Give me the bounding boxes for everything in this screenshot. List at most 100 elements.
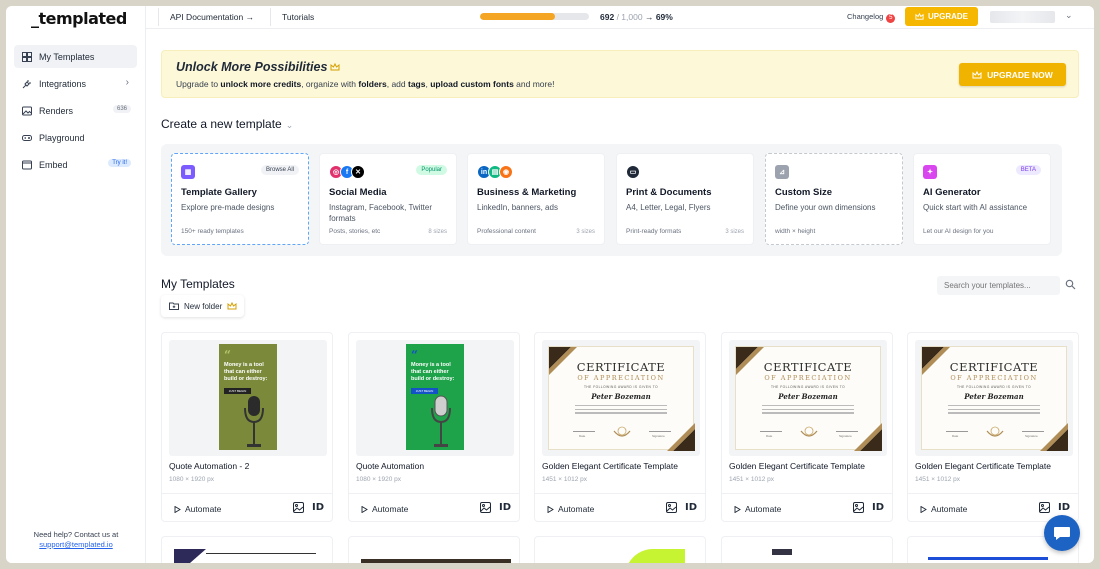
card-icons: ✦ <box>923 165 937 179</box>
template-card[interactable]: CERTIFICATE OF APPRECIATION THE FOLLOWIN… <box>534 332 706 522</box>
user-avatar[interactable] <box>990 11 1055 23</box>
changelog-link[interactable]: Changelog 5 <box>847 12 896 23</box>
support-email-link[interactable]: support@templated.io <box>39 540 113 549</box>
sidebar-item-label: Playground <box>39 132 85 143</box>
embed-icon <box>22 160 32 170</box>
upgrade-label: UPGRADE <box>927 12 968 21</box>
template-card[interactable] <box>721 536 893 563</box>
upgrade-now-button[interactable]: UPGRADE NOW <box>959 63 1066 86</box>
template-thumbnail[interactable]: “ Money is a tool that can either build … <box>356 340 514 456</box>
browse-all-tag[interactable]: Browse All <box>260 165 299 175</box>
automate-button[interactable]: Automate <box>174 504 221 514</box>
tutorials-link[interactable]: Tutorials <box>282 12 314 22</box>
template-thumbnail[interactable]: CERTIFICATE OF APPRECIATION THE FOLLOWIN… <box>729 340 887 456</box>
template-thumbnail[interactable]: CERTIFICATE OF APPRECIATION THE FOLLOWIN… <box>542 340 700 456</box>
template-card[interactable]: “ Money is a tool that can either build … <box>348 332 520 522</box>
credits-readout: 692 / 1,000 → 69% <box>600 12 673 22</box>
image-icon[interactable] <box>666 502 677 513</box>
card-icons: in ▤ ◉ <box>477 165 513 179</box>
card-title: Business & Marketing <box>477 187 577 198</box>
image-icon[interactable] <box>480 502 491 513</box>
sidebar-item-my-templates[interactable]: My Templates <box>14 45 137 68</box>
chevron-right-icon: › <box>125 77 129 88</box>
image-icon[interactable] <box>293 502 304 513</box>
card-desc: Quick start with AI assistance <box>923 203 1028 212</box>
chat-support-button[interactable] <box>1044 515 1080 551</box>
card-foot: Professional content <box>477 228 536 235</box>
quote-mark-icon: “ <box>411 348 418 362</box>
crown-icon <box>330 62 340 71</box>
new-folder-button[interactable]: New folder <box>161 295 244 317</box>
template-card[interactable] <box>161 536 333 563</box>
changelog-count-badge: 5 <box>886 14 896 23</box>
certificate-subtitle: OF APPRECIATION <box>950 374 1038 382</box>
date-line <box>946 431 968 432</box>
image-icon[interactable] <box>1039 502 1050 513</box>
sidebar-item-playground[interactable]: Playground <box>14 126 137 149</box>
play-icon <box>547 505 554 513</box>
quote-text: Money is a tool that can either build or… <box>224 362 268 382</box>
upgrade-button[interactable]: UPGRADE <box>905 7 978 26</box>
search-icon[interactable] <box>1065 279 1076 290</box>
card-desc: A4, Letter, Legal, Flyers <box>626 203 711 212</box>
signature-line <box>649 431 671 432</box>
template-thumbnail[interactable]: CERTIFICATE OF APPRECIATION THE FOLLOWIN… <box>915 340 1073 456</box>
card-foot: Posts, stories, etc <box>329 228 381 235</box>
upgrade-now-label: UPGRADE NOW <box>987 69 1053 80</box>
print-documents-card[interactable]: ▭ Print & Documents A4, Letter, Legal, F… <box>616 153 754 245</box>
signature-line <box>836 431 858 432</box>
social-media-card[interactable]: ◎ f ✕ Popular Social Media Instagram, Fa… <box>319 153 457 245</box>
automate-button[interactable]: Automate <box>547 504 594 514</box>
certificate-given-text: THE FOLLOWING AWARD IS GIVEN TO <box>583 385 659 389</box>
card-icons: ▭ <box>626 165 640 179</box>
template-thumbnail[interactable]: “ Money is a tool that can either build … <box>169 340 327 456</box>
sidebar-item-label: Embed <box>39 159 68 170</box>
certificate-preview: CERTIFICATE OF APPRECIATION THE FOLLOWIN… <box>548 346 695 451</box>
quote-poster: “ Money is a tool that can either build … <box>219 344 277 450</box>
chevron-down-icon[interactable]: ⌄ <box>1065 10 1073 21</box>
play-icon <box>734 505 741 513</box>
certificate-subtitle: OF APPRECIATION <box>577 374 665 382</box>
gallery-icon: ▦ <box>181 165 195 179</box>
automate-label: Automate <box>372 504 409 514</box>
automate-button[interactable]: Automate <box>920 504 967 514</box>
crown-icon <box>915 12 924 20</box>
template-gallery-card[interactable]: ▦ Browse All Template Gallery Explore pr… <box>171 153 309 245</box>
template-id-button[interactable]: ID <box>1058 502 1070 513</box>
image-icon[interactable] <box>853 502 864 513</box>
template-card[interactable]: CERTIFICATE OF APPRECIATION THE FOLLOWIN… <box>721 332 893 522</box>
automate-label: Automate <box>185 504 222 514</box>
card-desc: Instagram, Facebook, Twitter formats <box>329 203 433 223</box>
card-foot: Print-ready formats <box>626 228 682 235</box>
app-window: _templated My Templates Integrations › R… <box>6 6 1094 563</box>
api-docs-link[interactable]: API Documentation → <box>170 12 254 22</box>
template-card[interactable]: “ Money is a tool that can either build … <box>161 332 333 522</box>
banner-text-bold: unlock more credits <box>220 79 302 89</box>
template-card[interactable] <box>348 536 520 563</box>
sidebar-item-renders[interactable]: Renders 636 <box>14 99 137 122</box>
template-card[interactable] <box>534 536 706 563</box>
template-id-button[interactable]: ID <box>312 502 324 513</box>
automate-button[interactable]: Automate <box>361 504 408 514</box>
banner-text-part: Upgrade to <box>176 79 221 89</box>
ai-generator-card[interactable]: ✦ BETA AI Generator Quick start with AI … <box>913 153 1051 245</box>
custom-size-card[interactable]: ⊿ Custom Size Define your own dimensions… <box>765 153 903 245</box>
sidebar: _templated My Templates Integrations › R… <box>6 6 146 563</box>
templated-logo[interactable]: _templated <box>31 9 127 28</box>
business-marketing-card[interactable]: in ▤ ◉ Business & Marketing LinkedIn, ba… <box>467 153 605 245</box>
banner-title: Unlock More Possibilities <box>176 60 340 74</box>
template-search-input[interactable] <box>937 276 1060 295</box>
template-name: Golden Elegant Certificate Template <box>729 461 865 471</box>
sidebar-item-integrations[interactable]: Integrations › <box>14 72 137 95</box>
microphone-icon <box>244 396 264 447</box>
template-card[interactable]: CERTIFICATE OF APPRECIATION THE FOLLOWIN… <box>907 332 1079 522</box>
template-id-button[interactable]: ID <box>872 502 884 513</box>
template-id-button[interactable]: ID <box>499 502 511 513</box>
automate-button[interactable]: Automate <box>734 504 781 514</box>
chevron-down-icon[interactable]: ⌄ <box>286 120 294 130</box>
template-id-button[interactable]: ID <box>685 502 697 513</box>
card-foot: width × height <box>775 228 816 235</box>
card-count: 3 sizes <box>725 229 744 235</box>
topbar: API Documentation → Tutorials 692 / 1,00… <box>146 6 1094 29</box>
sidebar-item-embed[interactable]: Embed Try it! <box>14 153 137 176</box>
